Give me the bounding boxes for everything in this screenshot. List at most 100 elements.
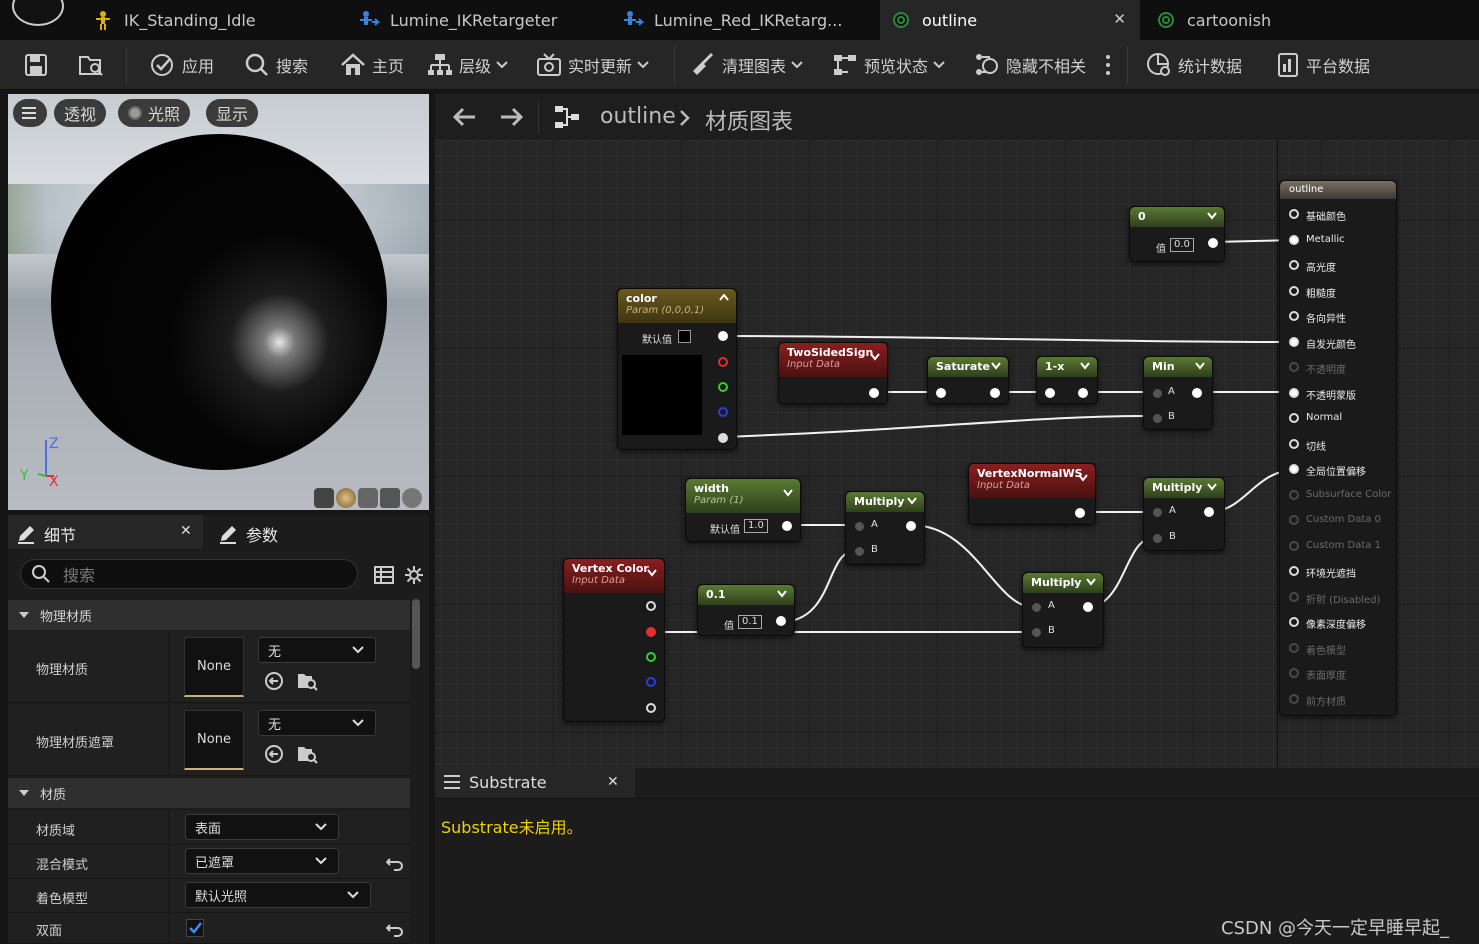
- input-pin[interactable]: [1045, 388, 1055, 398]
- live-update-button[interactable]: 实时更新: [536, 40, 656, 90]
- clean-graph-button[interactable]: 清理图表: [690, 40, 810, 90]
- tab-outline[interactable]: outline ✕: [880, 0, 1140, 40]
- hide-unrelated-button[interactable]: 隐藏不相关: [974, 40, 1086, 90]
- node-min[interactable]: Min A B: [1143, 356, 1213, 430]
- details-scrollbar[interactable]: [412, 599, 420, 669]
- input-pin-a[interactable]: [1153, 389, 1162, 398]
- section-physical-material[interactable]: 物理材质: [8, 600, 410, 630]
- blend-mode-dropdown[interactable]: 已遮罩: [185, 848, 339, 874]
- tab-ik-standing-idle[interactable]: IK_Standing_Idle: [92, 0, 342, 40]
- table-view-icon[interactable]: [374, 565, 394, 585]
- phys-mask-dropdown[interactable]: 无: [258, 710, 376, 736]
- value-input[interactable]: 0.0: [1170, 238, 1194, 252]
- tab-details[interactable]: 细节: [16, 517, 76, 551]
- output-input-pin[interactable]: [1289, 566, 1299, 576]
- input-pin-a[interactable]: [855, 522, 864, 531]
- stats-button[interactable]: 统计数据: [1146, 40, 1242, 90]
- browse-button[interactable]: [78, 40, 112, 90]
- two-sided-checkbox[interactable]: [186, 919, 204, 937]
- platform-stats-button[interactable]: 平台数据: [1276, 40, 1370, 90]
- output-input-pin[interactable]: [1289, 387, 1299, 398]
- output-pin-a[interactable]: [718, 433, 728, 443]
- phys-material-dropdown[interactable]: 无: [258, 637, 376, 663]
- cylinder-shape-icon[interactable]: [314, 488, 334, 508]
- output-pin-b[interactable]: [718, 407, 728, 417]
- details-search-input[interactable]: 搜索: [20, 559, 358, 589]
- preview-state-button[interactable]: 预览状态: [832, 40, 952, 90]
- viewport-menu-button[interactable]: [13, 99, 47, 127]
- custom-mesh-icon[interactable]: [402, 488, 422, 508]
- use-selected-icon[interactable]: [264, 671, 284, 691]
- output-pin[interactable]: [782, 521, 792, 531]
- hierarchy-button[interactable]: 层级: [427, 40, 515, 90]
- output-input-pin[interactable]: [1289, 540, 1299, 551]
- output-pin-r[interactable]: [718, 357, 728, 367]
- output-input-pin[interactable]: [1289, 209, 1299, 219]
- tab-cartoonish[interactable]: cartoonish: [1155, 0, 1355, 40]
- node-color-param[interactable]: color Param (0,0,0,1) 默认值: [617, 288, 737, 450]
- output-input-pin[interactable]: [1289, 311, 1299, 321]
- input-pin-b[interactable]: [1153, 414, 1162, 423]
- output-pin-g[interactable]: [718, 382, 728, 392]
- phys-mask-thumbnail[interactable]: None: [184, 710, 244, 770]
- input-pin-a[interactable]: [1032, 603, 1041, 612]
- output-input-pin[interactable]: [1289, 515, 1299, 525]
- reset-to-default-icon[interactable]: [386, 921, 404, 937]
- output-input-pin[interactable]: [1289, 285, 1299, 296]
- output-input-pin[interactable]: [1289, 336, 1299, 347]
- node-one-minus[interactable]: 1-x: [1036, 356, 1098, 404]
- output-pin[interactable]: [1208, 238, 1218, 248]
- use-selected-icon[interactable]: [264, 744, 284, 764]
- output-pin-g[interactable]: [646, 652, 656, 662]
- browse-asset-icon[interactable]: [296, 744, 318, 764]
- output-input-pin[interactable]: [1289, 464, 1299, 474]
- tab-lumine-ikretargeter[interactable]: Lumine_IKRetargeter: [358, 0, 608, 40]
- material-preview-viewport[interactable]: 透视 光照 显示 Z X Y: [8, 94, 429, 510]
- output-input-pin[interactable]: [1289, 438, 1299, 449]
- input-pin[interactable]: [936, 388, 946, 398]
- output-input-pin[interactable]: [1289, 489, 1299, 500]
- node-two-sided-sign[interactable]: TwoSidedSign Input Data: [778, 342, 888, 404]
- more-options-button[interactable]: [1104, 40, 1118, 90]
- node-width-param[interactable]: width Param (1) 默认值 1.0: [685, 478, 801, 542]
- output-input-pin[interactable]: [1289, 642, 1299, 653]
- show-button[interactable]: 显示: [206, 99, 259, 127]
- output-input-pin[interactable]: [1289, 413, 1299, 423]
- substrate-tab[interactable]: Substrate ✕: [435, 768, 635, 798]
- output-pin[interactable]: [1204, 507, 1214, 517]
- output-pin[interactable]: [1083, 602, 1093, 612]
- output-pin-rgb[interactable]: [646, 601, 656, 611]
- material-domain-dropdown[interactable]: 表面: [185, 814, 339, 840]
- shading-model-dropdown[interactable]: 默认光照: [185, 882, 371, 908]
- input-pin-b[interactable]: [1032, 628, 1041, 637]
- node-constant-01[interactable]: 0.1 值 0.1: [697, 584, 795, 636]
- output-input-pin[interactable]: [1289, 591, 1299, 602]
- output-input-pin[interactable]: [1289, 362, 1299, 372]
- perspective-button[interactable]: 透视: [54, 99, 107, 127]
- output-pin[interactable]: [1078, 388, 1088, 398]
- output-pin[interactable]: [869, 388, 879, 398]
- output-pin-rgb[interactable]: [718, 331, 728, 341]
- apply-button[interactable]: 应用: [150, 40, 214, 90]
- close-tab-icon[interactable]: ✕: [1113, 10, 1126, 28]
- section-material[interactable]: 材质: [8, 778, 410, 808]
- unreal-logo[interactable]: [12, 0, 64, 26]
- output-input-pin[interactable]: [1289, 617, 1299, 627]
- sphere-shape-icon[interactable]: [336, 488, 356, 508]
- node-material-output[interactable]: outline 基础颜色 Metallic 高光度 粗糙度 各向异性 自发光颜色 不透明度不…: [1279, 180, 1397, 716]
- browse-asset-icon[interactable]: [296, 671, 318, 691]
- output-pin-a[interactable]: [646, 703, 656, 713]
- output-pin[interactable]: [990, 388, 1000, 398]
- output-pin[interactable]: [1192, 388, 1202, 398]
- output-pin[interactable]: [776, 616, 786, 626]
- value-input[interactable]: 0.1: [738, 615, 762, 629]
- node-multiply-1[interactable]: Multiply A B: [845, 491, 925, 565]
- node-saturate[interactable]: Saturate: [927, 356, 1009, 404]
- phys-material-thumbnail[interactable]: None: [184, 637, 244, 697]
- node-vertex-color[interactable]: Vertex Color Input Data: [563, 558, 665, 722]
- close-details-icon[interactable]: ✕: [180, 523, 192, 539]
- gear-icon[interactable]: [404, 565, 424, 585]
- output-input-pin[interactable]: [1289, 693, 1299, 704]
- color-swatch[interactable]: [678, 330, 691, 343]
- material-graph-editor[interactable]: outline 材质图表 0 值 0.0 color Param (0,0,0,…: [435, 94, 1479, 770]
